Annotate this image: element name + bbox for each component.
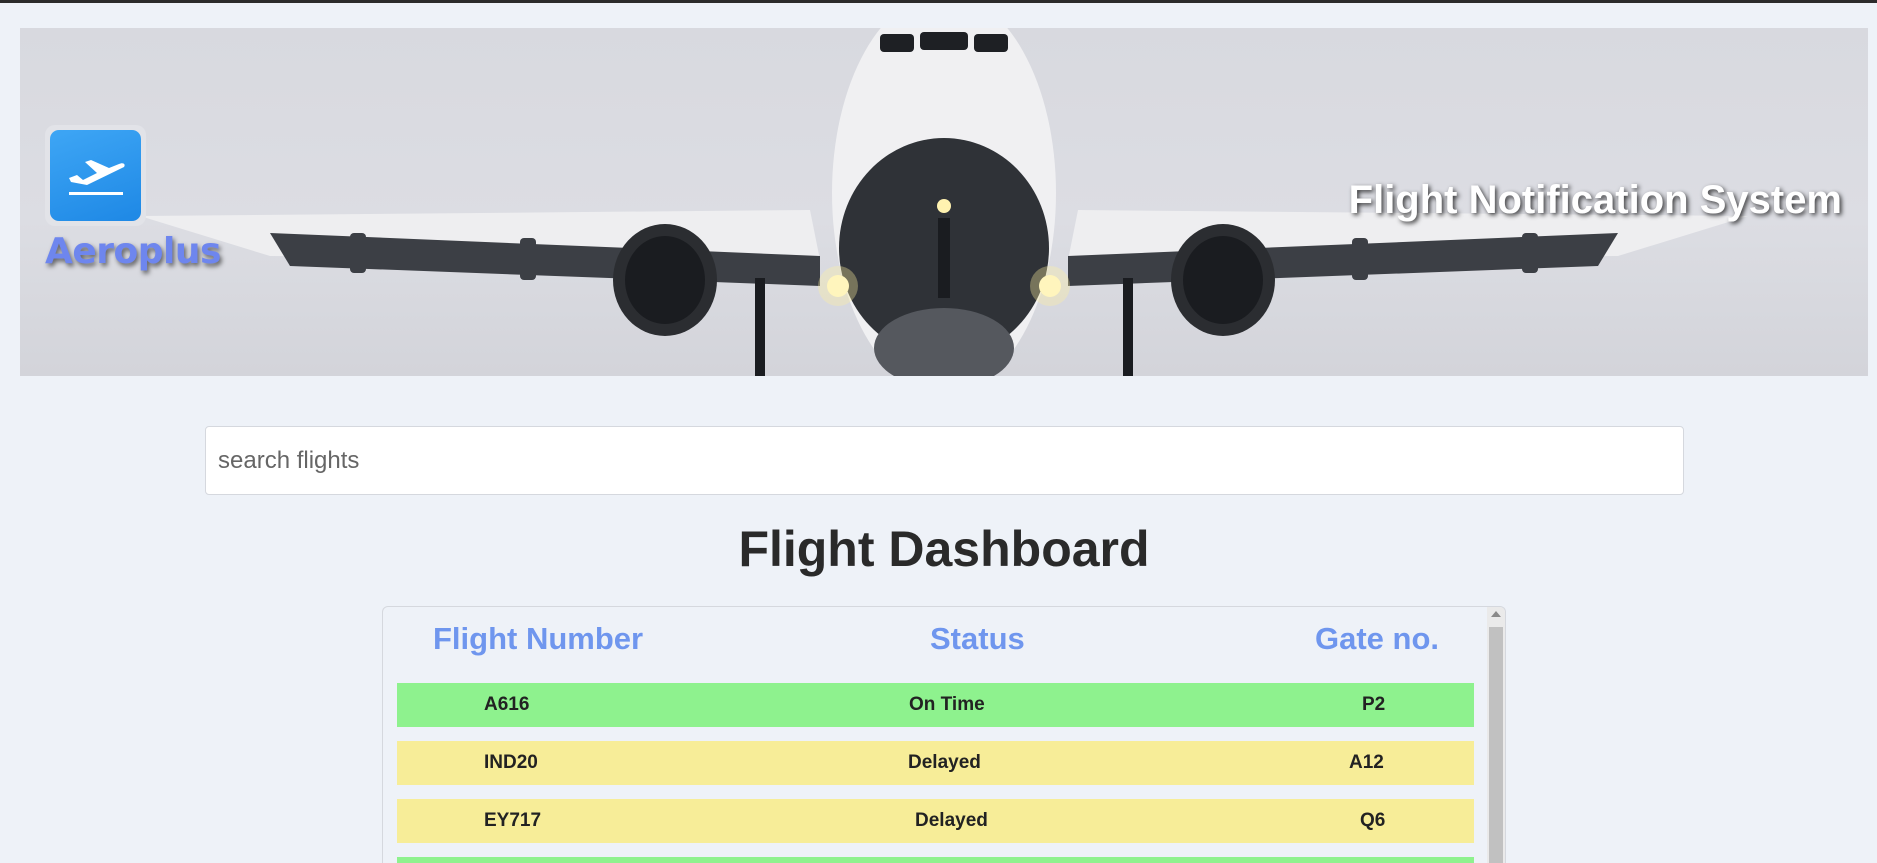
- table-row[interactable]: A616 On Time P2: [397, 683, 1474, 727]
- scrollbar-thumb[interactable]: [1489, 627, 1503, 863]
- window-top-border: [0, 0, 1877, 3]
- brand-name: Aeroplus: [45, 231, 221, 272]
- status-cell: Delayed: [908, 752, 981, 773]
- flight-number-cell: A616: [484, 694, 530, 715]
- search-input[interactable]: [205, 426, 1684, 495]
- table-row[interactable]: IND20 Delayed A12: [397, 741, 1474, 785]
- flights-table: Flight Number Status Gate no. A616 On Ti…: [382, 606, 1506, 863]
- table-header: Flight Number Status Gate no.: [383, 607, 1483, 667]
- gate-cell: P2: [1362, 694, 1386, 715]
- page-title: Flight Dashboard: [738, 521, 1150, 577]
- airplane-takeoff-icon: [50, 130, 141, 221]
- hero-banner: Aeroplus Flight Notification System: [20, 28, 1868, 376]
- table-row[interactable]: [397, 857, 1474, 863]
- status-cell: Delayed: [915, 810, 988, 831]
- flight-number-cell: EY717: [484, 810, 542, 831]
- gate-cell: A12: [1349, 752, 1384, 773]
- status-cell: On Time: [909, 694, 985, 715]
- gate-cell: Q6: [1360, 810, 1386, 831]
- flight-number-cell: IND20: [484, 752, 538, 773]
- column-header-gate: Gate no.: [1315, 621, 1440, 656]
- column-header-status: Status: [930, 621, 1025, 656]
- column-header-flight-number: Flight Number: [433, 621, 644, 656]
- table-row[interactable]: EY717 Delayed Q6: [397, 799, 1474, 843]
- scroll-up-arrow-icon[interactable]: [1491, 611, 1501, 617]
- system-title: Flight Notification System: [1348, 178, 1842, 222]
- app-logo[interactable]: [45, 125, 146, 226]
- table-scrollbar[interactable]: [1487, 607, 1505, 863]
